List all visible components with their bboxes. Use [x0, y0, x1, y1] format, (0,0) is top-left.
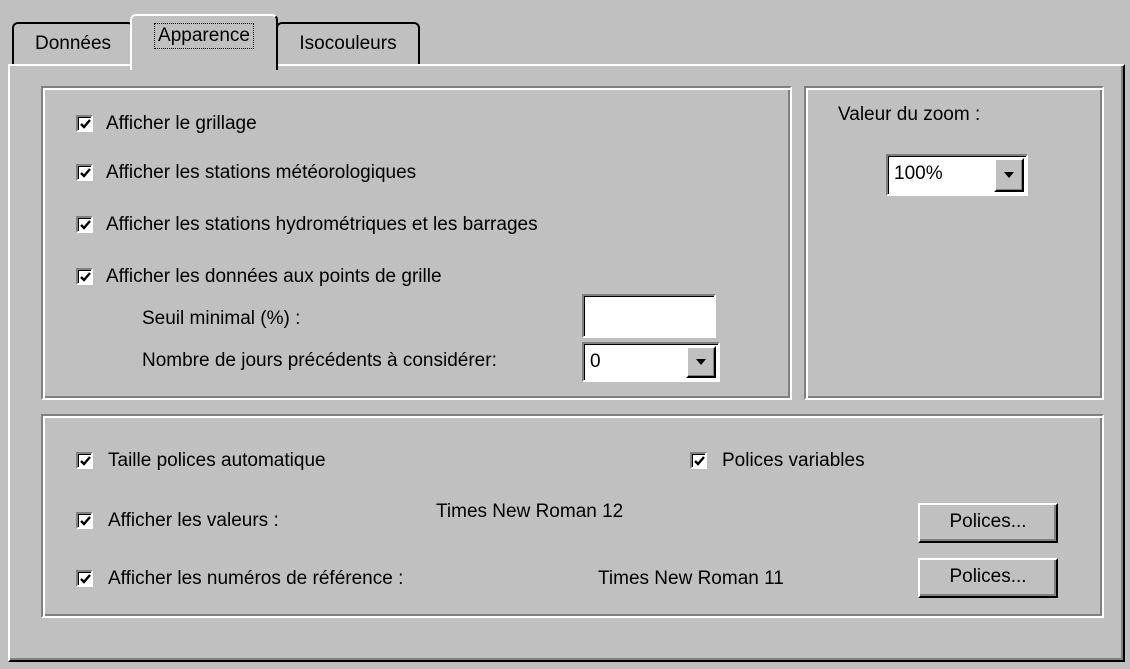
variable-fonts-checkbox[interactable] [690, 452, 707, 469]
show-values-label: Afficher les valeurs : [108, 510, 279, 531]
tab-donnees[interactable]: Données [12, 22, 134, 66]
checkmark-icon [80, 220, 91, 230]
zoom-dropdown-button[interactable] [994, 158, 1024, 192]
checkmark-icon [80, 516, 91, 526]
show-hydro-stations-checkbox[interactable] [76, 216, 93, 233]
checkmark-icon [80, 119, 91, 129]
auto-font-size-checkbox[interactable] [76, 452, 93, 469]
min-threshold-label: Seuil minimal (%) : [142, 308, 301, 329]
checkmark-icon [694, 456, 705, 466]
reference-numbers-font-name: Times New Roman 11 [598, 568, 784, 589]
values-font-name: Times New Roman 12 [436, 501, 624, 522]
zoom-select[interactable]: 100% [886, 154, 1028, 196]
variable-fonts-label: Polices variables [722, 450, 865, 471]
show-grid-data-checkbox[interactable] [76, 268, 93, 285]
show-weather-stations-label: Afficher les stations météorologiques [106, 162, 417, 183]
show-reference-numbers-checkbox[interactable] [76, 570, 93, 587]
tab-donnees-label: Données [34, 33, 112, 54]
show-weather-stations-checkbox[interactable] [76, 164, 93, 181]
tab-isocouleurs-label: Isocouleurs [299, 33, 397, 54]
show-grid-checkbox[interactable] [76, 115, 93, 132]
dialog-window: Données Apparence Isocouleurs Afficher l… [0, 0, 1130, 669]
checkmark-icon [80, 168, 91, 178]
previous-days-select[interactable]: 0 [582, 342, 720, 382]
zoom-label: Valeur du zoom : [838, 104, 981, 125]
checkmark-icon [80, 456, 91, 466]
zoom-value: 100% [894, 163, 943, 184]
show-values-checkbox[interactable] [76, 512, 93, 529]
previous-days-dropdown-button[interactable] [686, 346, 716, 378]
tab-apparence-label: Apparence [154, 23, 254, 49]
auto-font-size-label: Taille polices automatique [108, 450, 326, 471]
show-hydro-stations-label: Afficher les stations hydrométriques et … [106, 214, 538, 235]
min-threshold-input[interactable] [582, 294, 716, 338]
zoom-group [804, 86, 1104, 400]
show-grid-data-label: Afficher les données aux points de grill… [106, 266, 442, 287]
values-fonts-button[interactable]: Polices... [918, 503, 1058, 543]
previous-days-value: 0 [590, 351, 601, 372]
reference-numbers-fonts-button[interactable]: Polices... [918, 558, 1058, 598]
checkmark-icon [80, 272, 91, 282]
show-reference-numbers-label: Afficher les numéros de référence : [108, 568, 404, 589]
chevron-down-icon [1004, 172, 1014, 178]
previous-days-label: Nombre de jours précédents à considérer: [142, 350, 497, 371]
tab-apparence[interactable]: Apparence [130, 14, 278, 70]
checkmark-icon [80, 574, 91, 584]
show-grid-label: Afficher le grillage [106, 113, 257, 134]
chevron-down-icon [696, 359, 706, 365]
tab-isocouleurs[interactable]: Isocouleurs [276, 22, 420, 66]
